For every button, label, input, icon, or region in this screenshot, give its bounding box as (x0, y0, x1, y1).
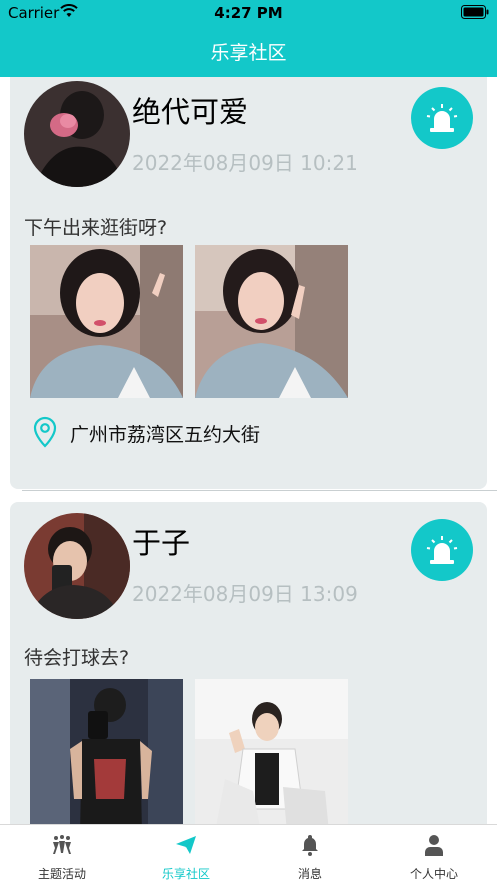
avatar[interactable] (24, 81, 130, 187)
tab-label: 个人中心 (409, 867, 458, 881)
status-time: 4:27 PM (214, 4, 283, 22)
post-timestamp: 2022年08月09日 13:09 (132, 582, 358, 606)
battery-icon (461, 5, 489, 19)
tab-bar: 主题活动 乐享社区 消息 个人中心 (0, 824, 497, 883)
nav-bar: 乐享社区 (0, 26, 497, 77)
bell-icon (302, 835, 318, 856)
tab-messages[interactable]: 消息 (248, 825, 372, 883)
post-card[interactable]: 绝代可爱 2022年08月09日 10:21 下午出来逛街呀? 广州市荔湾区五约… (10, 77, 487, 489)
tab-profile[interactable]: 个人中心 (372, 825, 496, 883)
avatar[interactable] (24, 513, 130, 619)
post-text: 待会打球去? (24, 647, 130, 669)
tab-activities[interactable]: 主题活动 (0, 825, 124, 883)
paper-plane-icon (176, 836, 196, 854)
person-icon (425, 835, 443, 856)
community-feed[interactable]: 绝代可爱 2022年08月09日 10:21 下午出来逛街呀? 广州市荔湾区五约… (0, 77, 497, 824)
tab-label: 乐享社区 (161, 867, 210, 881)
location-text: 广州市荔湾区五约大街 (70, 424, 261, 446)
page-title: 乐享社区 (210, 42, 287, 64)
alarm-button[interactable] (411, 519, 473, 581)
status-bar: Carrier 4:27 PM (0, 0, 497, 26)
tab-label: 主题活动 (37, 867, 86, 881)
alarm-light-icon (426, 536, 458, 564)
tab-community[interactable]: 乐享社区 (124, 825, 248, 883)
post-photo[interactable] (30, 245, 183, 398)
author-name: 绝代可爱 (132, 95, 249, 129)
post-photo[interactable] (195, 245, 348, 398)
alarm-light-icon (426, 104, 458, 132)
post-timestamp: 2022年08月09日 10:21 (132, 151, 358, 175)
location-pin-icon (33, 416, 57, 448)
tab-label: 消息 (297, 867, 322, 881)
activity-icon (53, 835, 71, 854)
post-card[interactable]: 于子 2022年08月09日 13:09 待会打球去? (10, 502, 487, 824)
post-photo[interactable] (30, 679, 183, 824)
divider (22, 490, 497, 491)
post-photo[interactable] (195, 679, 348, 824)
author-name: 于子 (132, 526, 191, 560)
alarm-button[interactable] (411, 87, 473, 149)
post-text: 下午出来逛街呀? (24, 217, 168, 239)
